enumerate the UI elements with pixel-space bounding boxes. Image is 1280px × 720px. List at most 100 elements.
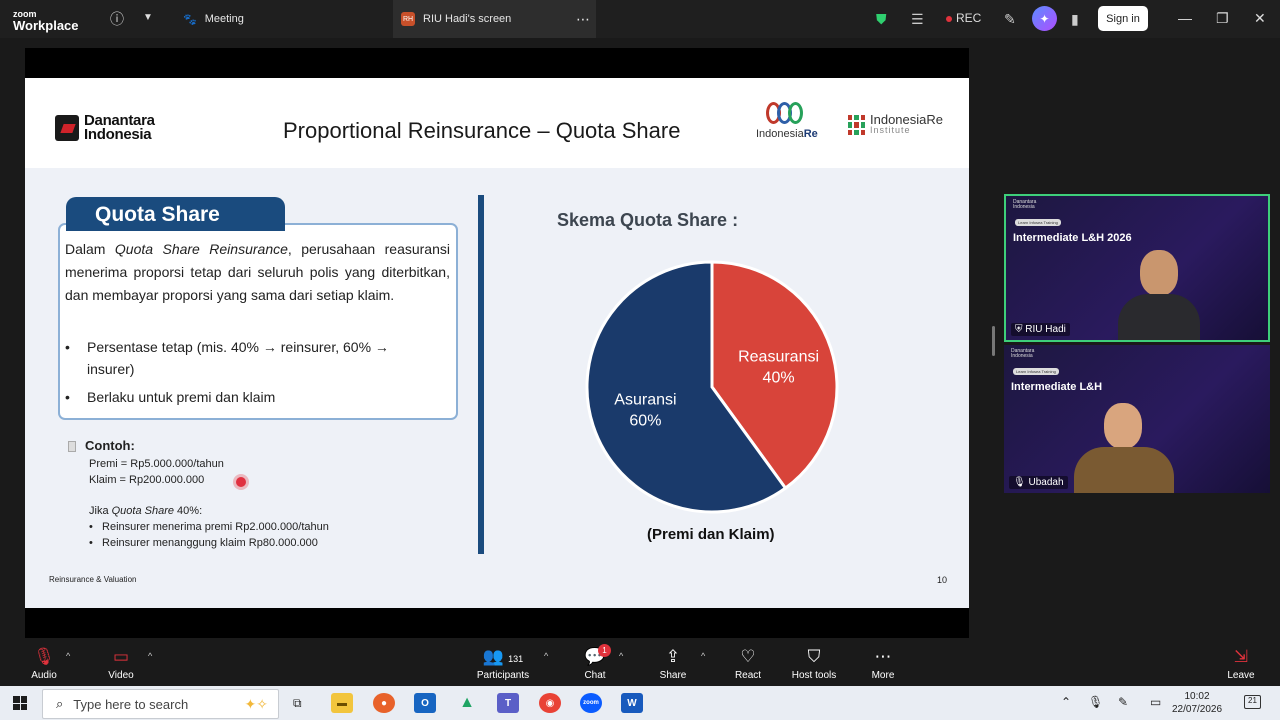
display-tray-icon[interactable]: ▭ xyxy=(1150,695,1161,709)
zoom-logo-bottom: Workplace xyxy=(13,18,79,33)
share-options-caret[interactable]: ^ xyxy=(701,651,705,661)
desc-em: Quota Share Reinsurance xyxy=(114,241,288,257)
tile-tag: Learn Infosea Training xyxy=(1015,219,1061,226)
clock-time: 10:02 xyxy=(1184,691,1210,702)
participant-name-text: Ubadah xyxy=(1028,477,1064,488)
bullet-2-text: Berlaku untuk premi dan klaim xyxy=(87,389,276,405)
shield-icon[interactable]: ⛊ xyxy=(876,11,887,28)
tile-header-line2: Indonesia xyxy=(1011,353,1033,359)
meeting-icon: 🐾 xyxy=(183,13,197,26)
sign-in-button[interactable]: Sign in xyxy=(1098,6,1148,31)
chrome-icon[interactable]: ◉ xyxy=(539,693,561,713)
google-drive-icon[interactable]: ▲ xyxy=(456,693,478,713)
microphone-tray-icon[interactable]: 🎙 xyxy=(1088,695,1103,709)
video-tile-ubadah[interactable]: Danantara Indonesia Learn Infosea Trainin… xyxy=(1004,345,1270,493)
leave-label: Leave xyxy=(1227,670,1255,681)
mic-muted-icon: 🎙 xyxy=(33,647,55,666)
danantara-mark-icon xyxy=(55,115,79,141)
participant-name-text: RIU Hadi xyxy=(1025,324,1066,335)
host-tools-button[interactable]: ⛉ Host tools xyxy=(789,647,839,682)
sparkles-icon: ✦✧ xyxy=(244,695,268,712)
taskbar-clock[interactable]: 10:02 22/07/2026 xyxy=(1172,690,1222,716)
annotate-icon[interactable]: ✎ xyxy=(1004,11,1016,28)
premi-line: Premi = Rp5.000.000/tahun xyxy=(89,458,224,470)
minimize-button[interactable]: — xyxy=(1178,10,1192,26)
example-heading: Contoh: xyxy=(68,438,135,453)
quota-share-pie-chart: Reasuransi 40% Asuransi 60% xyxy=(585,260,839,514)
slide-page-number: 10 xyxy=(937,575,948,585)
react-label: React xyxy=(734,670,762,681)
quota-share-heading: Quota Share xyxy=(66,197,285,231)
chat-options-caret[interactable]: ^ xyxy=(619,651,623,661)
taskbar-search[interactable]: ⌕ Type here to search ✦✧ xyxy=(42,689,279,719)
heart-icon: ♡ xyxy=(740,647,756,666)
participants-button[interactable]: 👥 131 Participants xyxy=(475,647,531,682)
share-button[interactable]: ⇪ Share xyxy=(658,647,688,682)
gallery-resize-handle[interactable] xyxy=(992,326,995,356)
sub-bullet-2-text: Reinsurer menanggung klaim Rp80.000.000 xyxy=(102,537,318,549)
more-options-icon[interactable]: ⋯ xyxy=(576,11,590,28)
tray-chevron-icon[interactable]: ⌃ xyxy=(1061,695,1071,709)
side-panel-icon[interactable]: ▮ xyxy=(1071,11,1079,28)
share-screen-icon: ⇪ xyxy=(665,647,681,666)
chart-caption: (Premi dan Klaim) xyxy=(647,526,775,543)
quota-share-description: Dalam Quota Share Reinsurance, perusahaa… xyxy=(65,238,450,307)
zoom-app-icon[interactable]: zoom xyxy=(580,693,602,713)
participants-icon: 👥 131 xyxy=(482,647,524,666)
host-tools-label: Host tools xyxy=(791,670,837,681)
video-button[interactable]: ▭ Video xyxy=(106,647,136,682)
clock-date: 22/07/2026 xyxy=(1172,704,1223,715)
close-button[interactable]: ✕ xyxy=(1254,10,1266,27)
audio-button[interactable]: 🎙 Audio xyxy=(29,647,59,682)
record-dot-icon xyxy=(946,15,952,22)
pie-value-label: 60% xyxy=(629,413,661,430)
react-button[interactable]: ♡ React xyxy=(733,647,763,682)
video-options-caret[interactable]: ^ xyxy=(148,651,152,661)
bullet-1-text: Persentase tetap (mis. 40% → reinsurer, … xyxy=(87,339,389,377)
participant-name: 🎙 Ubadah xyxy=(1009,476,1068,489)
word-icon[interactable]: W xyxy=(621,693,643,713)
tab-shared-screen-label: RIU Hadi's screen xyxy=(423,13,512,25)
bullet-item: • Persentase tetap (mis. 40% → reinsurer,… xyxy=(65,336,425,380)
indonesiare-rings-icon xyxy=(756,102,818,124)
leave-button[interactable]: ⇲ Leave xyxy=(1226,648,1256,682)
video-tile-riu-hadi[interactable]: Danantara Indonesia Learn Infosea Trainin… xyxy=(1004,194,1270,342)
share-avatar: RH xyxy=(401,12,415,26)
participants-options-caret[interactable]: ^ xyxy=(544,651,548,661)
desc-pre: Dalam xyxy=(65,241,115,257)
rec-label: REC xyxy=(956,11,982,25)
audio-label: Audio xyxy=(31,670,57,681)
indonesiare-logo-b: Re xyxy=(803,128,818,140)
more-button[interactable]: ⋯ More xyxy=(868,648,898,682)
tab-meeting-label: Meeting xyxy=(204,13,244,25)
chevron-down-icon[interactable]: ▼ xyxy=(143,12,153,23)
tile-title: Intermediate L&H 2026 xyxy=(1013,232,1132,244)
tab-shared-screen[interactable]: RH RIU Hadi's screen ⋯ xyxy=(393,0,596,38)
firefox-icon[interactable]: ● xyxy=(373,693,395,713)
jika-pre: Jika xyxy=(89,505,112,517)
windows-start-icon[interactable] xyxy=(13,696,27,710)
share-label: Share xyxy=(659,670,687,681)
task-view-icon[interactable]: ⧉ xyxy=(293,696,302,711)
zoom-title-bar: zoom Workplace ⓘ ▼ 🐾 Meeting RH RIU Hadi… xyxy=(0,0,1280,38)
notes-icon[interactable]: ☰ xyxy=(911,11,924,28)
indonesiare-logo: IndonesiaRe xyxy=(756,102,818,140)
audio-options-caret[interactable]: ^ xyxy=(66,651,70,661)
notification-center-icon[interactable]: 21 xyxy=(1244,695,1261,709)
tab-meeting[interactable]: 🐾 Meeting xyxy=(183,0,244,38)
outlook-icon[interactable]: O xyxy=(414,693,436,713)
chat-label: Chat xyxy=(584,670,606,681)
chat-unread-badge: 1 xyxy=(598,644,611,657)
teams-icon[interactable]: T xyxy=(497,693,519,713)
shield-icon: ⛉ xyxy=(807,647,821,666)
ai-companion-icon[interactable]: ✦ xyxy=(1032,6,1057,31)
more-label: More xyxy=(871,670,895,681)
video-off-icon: ▭ xyxy=(112,647,130,666)
info-icon[interactable]: ⓘ xyxy=(110,9,124,29)
recording-indicator[interactable]: REC xyxy=(946,11,981,25)
zoom-logo: zoom Workplace xyxy=(13,9,79,33)
pie-value-label: 40% xyxy=(763,369,795,386)
file-explorer-icon[interactable]: ▬ xyxy=(331,693,353,713)
pen-tray-icon[interactable]: ✎ xyxy=(1118,695,1128,709)
restore-button[interactable]: ❐ xyxy=(1216,10,1229,27)
